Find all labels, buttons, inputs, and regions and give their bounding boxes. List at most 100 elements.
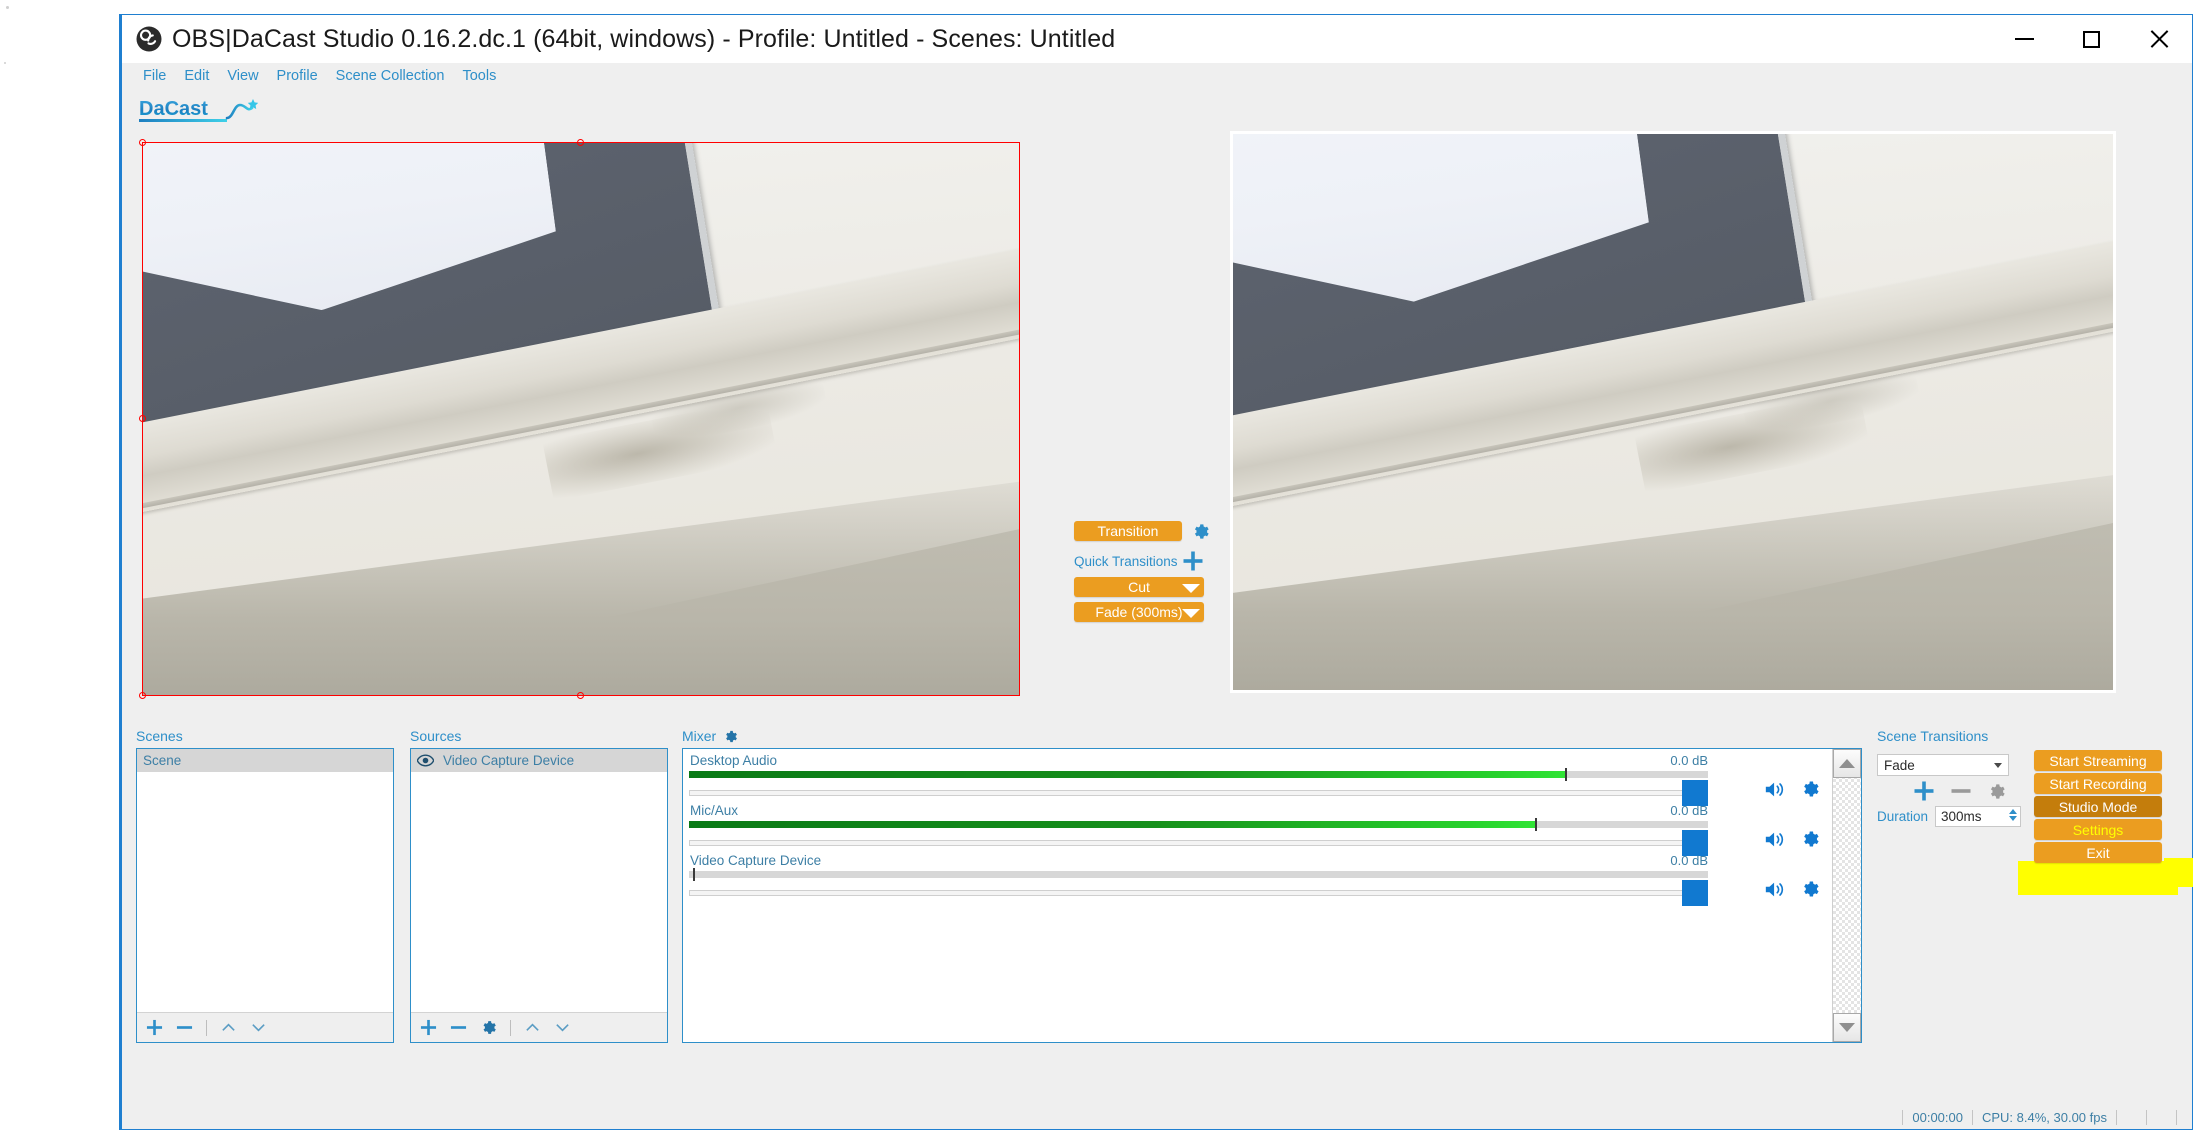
menu-item-profile[interactable]: Profile: [268, 66, 327, 86]
chevron-down-icon[interactable]: [1182, 584, 1200, 593]
quick-transitions-row: Quick Transitions: [1074, 550, 1204, 572]
transition-select[interactable]: Fade: [1877, 754, 2009, 776]
add-source-button[interactable]: [420, 1019, 437, 1036]
remove-scene-button[interactable]: [176, 1019, 193, 1036]
scrollbar-track[interactable]: [1833, 778, 1861, 1013]
minimize-button[interactable]: [1991, 15, 2058, 63]
menu-item-scene-collection[interactable]: Scene Collection: [327, 66, 454, 86]
transition-properties-button[interactable]: [1987, 782, 2006, 801]
speaker-on-icon[interactable]: [1764, 830, 1786, 849]
mixer-channel-name: Mic/Aux: [690, 803, 739, 818]
quick-transition-cut-button[interactable]: Cut: [1074, 577, 1204, 597]
program-pane[interactable]: [1230, 131, 2116, 693]
mixer-channels: Desktop Audio 0.0 dB Mic/Aux 0.0 dB Vide…: [683, 749, 1832, 1042]
stepper-up-icon[interactable]: [2009, 808, 2018, 814]
mixer-meter-fill: [689, 771, 1566, 778]
eye-icon[interactable]: [417, 754, 434, 767]
scenes-panel: Scene: [136, 748, 394, 1043]
status-separator: [2176, 1109, 2177, 1125]
chevron-down-icon: [252, 1024, 265, 1032]
mixer-channel: Desktop Audio 0.0 dB: [687, 753, 1826, 806]
status-bar: 00:00:00 CPU: 8.4%, 30.00 fps: [122, 1105, 2192, 1129]
list-item[interactable]: Video Capture Device: [411, 749, 667, 772]
mixer-dock-title: Mixer: [682, 728, 738, 744]
add-transition-button[interactable]: [1913, 780, 1935, 802]
sources-list[interactable]: Video Capture Device: [411, 749, 667, 1012]
chevron-down-icon: [1994, 762, 2002, 768]
speaker-on-icon[interactable]: [1764, 780, 1786, 799]
close-button[interactable]: [2125, 15, 2192, 63]
status-separator: [2116, 1109, 2117, 1125]
menu-item-edit[interactable]: Edit: [175, 66, 218, 86]
preview-canvas[interactable]: [143, 143, 1019, 695]
transition-button[interactable]: Transition: [1074, 521, 1182, 541]
move-source-up-button[interactable]: [524, 1019, 541, 1036]
list-item[interactable]: Scene: [137, 749, 393, 772]
mixer-scrollbar[interactable]: [1832, 749, 1861, 1042]
duration-value: 300ms: [1941, 809, 1982, 824]
add-scene-button[interactable]: [146, 1019, 163, 1036]
mixer-channel-controls: [1764, 879, 1820, 899]
scenes-list[interactable]: Scene: [137, 749, 393, 1012]
gear-icon[interactable]: [1800, 879, 1820, 899]
move-scene-down-button[interactable]: [250, 1019, 267, 1036]
mixer-channel-db: 0.0 dB: [1670, 853, 1708, 868]
mixer-volume-slider[interactable]: [689, 840, 1708, 846]
title-bar[interactable]: OBS|DaCast Studio 0.16.2.dc.1 (64bit, wi…: [122, 15, 2192, 63]
scene-paper: [1233, 134, 1654, 329]
status-separator: [2146, 1109, 2147, 1125]
scenes-dock-title: Scenes: [136, 728, 183, 744]
menu-item-view[interactable]: View: [218, 66, 267, 86]
toolbar-separator: [206, 1019, 207, 1036]
gear-icon[interactable]: [1800, 779, 1820, 799]
scroll-up-button[interactable]: [1833, 749, 1861, 778]
start-recording-button[interactable]: Start Recording: [2034, 773, 2162, 794]
settings-highlight-annotation-right: [2164, 858, 2193, 887]
mixer-volume-slider[interactable]: [689, 790, 1708, 796]
transition-edit-controls: [1913, 780, 2006, 802]
exit-button[interactable]: Exit: [2034, 842, 2162, 863]
program-canvas[interactable]: [1230, 131, 2116, 693]
remove-source-button[interactable]: [450, 1019, 467, 1036]
mixer-volume-knob[interactable]: [1682, 880, 1708, 906]
chevron-down-icon: [556, 1024, 569, 1032]
transition-select-value: Fade: [1884, 757, 1915, 773]
preview-pane[interactable]: [122, 131, 1022, 701]
source-item-label: Video Capture Device: [443, 753, 575, 768]
window-controls: [1991, 15, 2192, 63]
plus-icon[interactable]: [1182, 550, 1204, 572]
source-properties-button[interactable]: [480, 1019, 497, 1036]
scene-paper: [143, 143, 562, 337]
move-source-down-button[interactable]: [554, 1019, 571, 1036]
gear-icon[interactable]: [723, 729, 738, 744]
move-scene-up-button[interactable]: [220, 1019, 237, 1036]
menu-item-tools[interactable]: Tools: [453, 66, 505, 86]
gear-icon[interactable]: [1800, 829, 1820, 849]
quick-transition-fade-label: Fade (300ms): [1095, 604, 1183, 620]
window-title: OBS|DaCast Studio 0.16.2.dc.1 (64bit, wi…: [172, 24, 1116, 53]
dacast-logo[interactable]: DaCast: [139, 95, 264, 129]
quick-transition-fade-button[interactable]: Fade (300ms): [1074, 602, 1204, 622]
duration-input[interactable]: 300ms: [1935, 806, 2022, 827]
gear-icon[interactable]: [1191, 522, 1210, 541]
webcam-scene-preview: [143, 143, 1019, 695]
mixer-channel-name: Video Capture Device: [690, 853, 822, 868]
chevron-down-icon[interactable]: [1182, 609, 1200, 618]
settings-button[interactable]: Settings: [2034, 819, 2162, 840]
stepper-down-icon[interactable]: [2009, 815, 2018, 821]
remove-transition-button[interactable]: [1950, 780, 1972, 802]
dock-area: Scenes Scene Sources Video Capture Devic…: [122, 723, 2192, 1105]
duration-stepper[interactable]: [2009, 808, 2018, 821]
menu-item-file[interactable]: File: [134, 66, 175, 86]
mixer-meter-peak-tick: [693, 868, 696, 881]
studio-mode-button[interactable]: Studio Mode: [2034, 796, 2162, 817]
menu-bar: File Edit View Profile Scene Collection …: [122, 63, 2192, 89]
scroll-down-button[interactable]: [1833, 1013, 1861, 1042]
speaker-on-icon[interactable]: [1764, 880, 1786, 899]
settings-highlight-annotation: [2018, 861, 2178, 895]
start-streaming-button[interactable]: Start Streaming: [2034, 750, 2162, 771]
mixer-volume-slider[interactable]: [689, 890, 1708, 896]
maximize-button[interactable]: [2058, 15, 2125, 63]
transition-controls: Transition Quick Transitions Cut Fade (3…: [1074, 521, 1234, 622]
sources-dock-title: Sources: [410, 728, 462, 744]
